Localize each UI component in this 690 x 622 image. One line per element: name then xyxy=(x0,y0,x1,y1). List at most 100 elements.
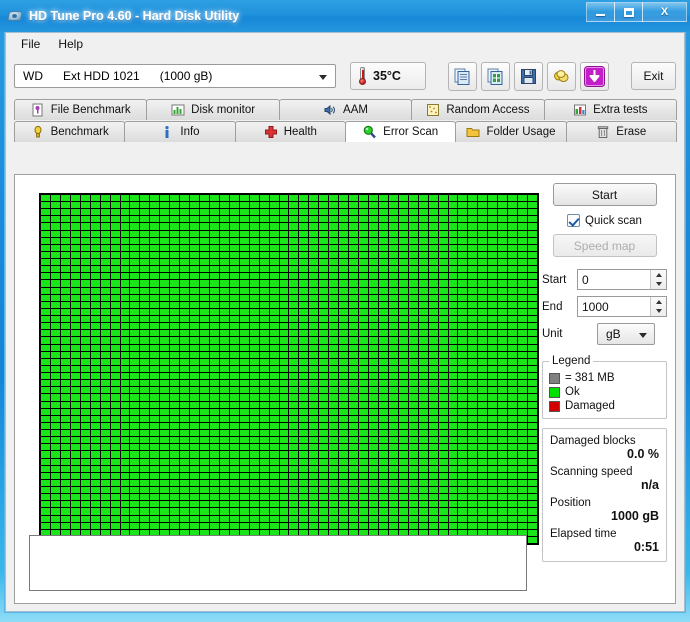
block-cell xyxy=(239,351,249,358)
block-cell xyxy=(90,408,100,415)
block-cell xyxy=(438,479,448,487)
tab-benchmark[interactable]: Benchmark xyxy=(14,121,126,142)
menu-help[interactable]: Help xyxy=(49,34,92,54)
copy-button[interactable] xyxy=(448,61,477,91)
block-cell xyxy=(100,494,110,501)
block-cell xyxy=(359,365,369,373)
block-cell xyxy=(200,394,209,401)
block-cell xyxy=(239,330,249,337)
export-button[interactable] xyxy=(481,61,510,91)
block-cell xyxy=(170,259,180,266)
block-cell xyxy=(528,337,537,344)
block-cell xyxy=(478,487,488,494)
block-cell xyxy=(508,365,518,373)
block-cell xyxy=(259,437,269,444)
block-cell xyxy=(448,515,458,522)
exit-button[interactable]: Exit xyxy=(631,62,676,90)
quick-scan-checkbox[interactable] xyxy=(567,214,581,227)
block-cell xyxy=(398,479,408,487)
block-cell xyxy=(468,223,478,230)
block-cell xyxy=(41,209,50,216)
tab-erase[interactable]: Erase xyxy=(565,121,677,142)
block-cell xyxy=(458,444,468,451)
block-cell xyxy=(50,422,60,430)
block-cell xyxy=(478,223,488,230)
save-button[interactable] xyxy=(514,61,543,91)
tab-disk-monitor[interactable]: Disk monitor xyxy=(146,99,280,120)
unit-select[interactable]: gB xyxy=(597,323,655,345)
block-cell xyxy=(130,337,140,344)
block-cell xyxy=(100,223,110,230)
tab-random-access[interactable]: Random Access xyxy=(411,99,545,120)
tab-extra-tests[interactable]: Extra tests xyxy=(543,99,678,120)
block-cell xyxy=(120,244,130,251)
block-cell xyxy=(279,508,289,515)
block-cell xyxy=(349,458,359,465)
block-cell xyxy=(349,287,359,294)
block-cell xyxy=(90,259,100,266)
temperature-indicator[interactable]: 35°C xyxy=(350,62,426,90)
maximize-button[interactable] xyxy=(614,2,643,22)
tab-file-benchmark[interactable]: File Benchmark xyxy=(14,99,148,120)
block-cell xyxy=(190,337,200,344)
block-cell xyxy=(229,251,239,259)
tab-error-scan[interactable]: Error Scan xyxy=(344,121,457,142)
start-input[interactable]: 0 xyxy=(577,269,667,290)
block-cell xyxy=(170,195,180,202)
block-cell xyxy=(170,487,180,494)
block-cell xyxy=(180,479,190,487)
block-cell xyxy=(160,494,170,501)
block-cell xyxy=(378,472,388,479)
block-cell xyxy=(90,230,100,237)
block-cell xyxy=(488,195,498,202)
block-cell xyxy=(468,344,478,351)
block-cell xyxy=(259,380,269,387)
block-cell xyxy=(90,323,100,330)
block-cell xyxy=(219,216,229,223)
block-cell xyxy=(100,237,110,244)
block-cell xyxy=(518,266,528,273)
block-cell xyxy=(329,259,339,266)
block-cell xyxy=(120,216,130,223)
quick-scan-row[interactable]: Quick scan xyxy=(542,214,667,227)
tab-info[interactable]: Info xyxy=(124,121,236,142)
block-cell xyxy=(239,216,249,223)
block-cell xyxy=(468,251,478,259)
tab-aam[interactable]: AAM xyxy=(278,99,413,120)
block-map[interactable] xyxy=(39,193,539,545)
block-cell xyxy=(60,365,70,373)
minimize-button[interactable] xyxy=(586,2,615,22)
block-cell xyxy=(408,515,418,522)
end-stepper[interactable] xyxy=(650,297,666,316)
block-cell xyxy=(339,508,349,515)
close-button[interactable]: X xyxy=(642,2,687,22)
block-cell xyxy=(359,494,369,501)
menu-file[interactable]: File xyxy=(12,34,49,54)
title-bar[interactable]: HD Tune Pro 4.60 - Hard Disk Utility X xyxy=(0,0,690,32)
block-cell xyxy=(229,344,239,351)
end-input[interactable]: 1000 xyxy=(577,296,667,317)
block-cell xyxy=(498,472,508,479)
start-stepper[interactable] xyxy=(650,270,666,289)
block-cell xyxy=(468,323,478,330)
block-cell xyxy=(100,323,110,330)
block-cell xyxy=(120,266,130,273)
settings-button[interactable] xyxy=(547,61,576,91)
tab-folder-usage[interactable]: Folder Usage xyxy=(455,121,567,142)
download-button[interactable] xyxy=(580,61,609,91)
block-cell xyxy=(219,273,229,280)
block-cell xyxy=(478,209,488,216)
drive-select[interactable]: WD Ext HDD 1021 (1000 gB) xyxy=(14,64,336,88)
block-cell xyxy=(150,373,160,380)
block-cell xyxy=(289,522,299,529)
block-cell xyxy=(309,444,319,451)
block-cell xyxy=(339,515,349,522)
start-scan-button[interactable]: Start xyxy=(552,183,657,206)
tab-health[interactable]: Health xyxy=(234,121,346,142)
block-cell xyxy=(80,330,90,337)
block-cell xyxy=(309,280,319,287)
block-cell xyxy=(408,280,418,287)
block-cell xyxy=(329,380,339,387)
block-cell xyxy=(478,273,488,280)
speed-map-button[interactable]: Speed map xyxy=(552,234,657,257)
